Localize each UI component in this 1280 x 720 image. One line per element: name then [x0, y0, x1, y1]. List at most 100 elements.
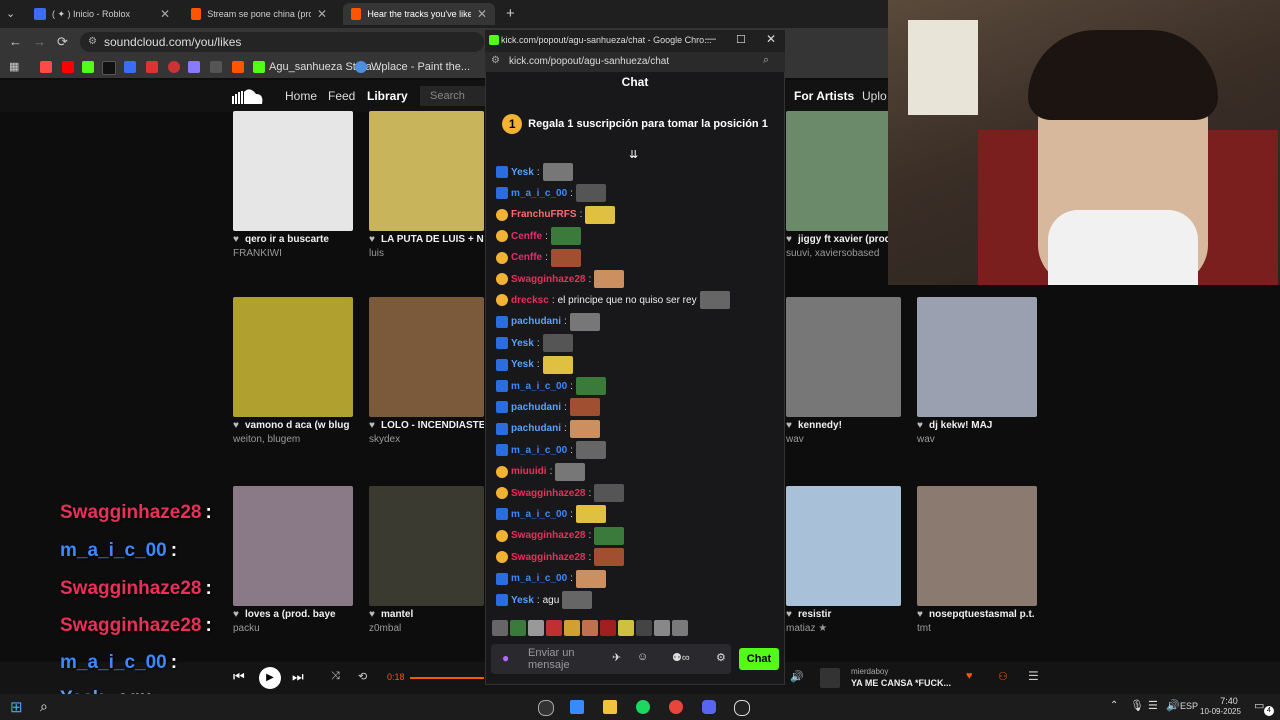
- language-indicator[interactable]: ESP: [1180, 701, 1198, 711]
- chat-message[interactable]: Swagginhaze28:: [496, 526, 625, 546]
- heart-icon[interactable]: ♥: [369, 609, 375, 620]
- track-artwork[interactable]: [369, 297, 484, 417]
- chat-username[interactable]: m_a_i_c_00: [511, 188, 567, 199]
- chat-username[interactable]: m_a_i_c_00: [511, 445, 567, 456]
- chat-message[interactable]: Yesk:: [496, 162, 573, 182]
- notification-icon[interactable]: ▭: [1254, 699, 1264, 712]
- forward-arrow-icon[interactable]: →: [33, 34, 46, 49]
- heart-icon[interactable]: ♥: [917, 420, 923, 431]
- microphone-icon[interactable]: ●: [502, 651, 509, 665]
- track-artist[interactable]: z0mbal: [369, 623, 484, 634]
- tab-close-icon[interactable]: ✕: [160, 7, 170, 21]
- apps-grid-icon[interactable]: ▦: [9, 60, 19, 73]
- zoom-icon[interactable]: ⌕: [763, 54, 769, 67]
- nav-for-artists[interactable]: For Artists: [794, 89, 854, 103]
- chat-username[interactable]: Swagginhaze28: [511, 488, 585, 499]
- track-artwork[interactable]: [369, 486, 484, 606]
- volume-icon[interactable]: 🔊: [1166, 699, 1180, 712]
- kick-icon[interactable]: [82, 61, 94, 73]
- shuffle-icon[interactable]: ⤨: [331, 670, 340, 683]
- chat-message[interactable]: m_a_i_c_00:: [496, 440, 606, 460]
- chrome-icon[interactable]: [669, 700, 683, 714]
- nav-library[interactable]: Library: [367, 89, 408, 103]
- browser-tab[interactable]: Hear the tracks you've liked: o ✕: [343, 3, 495, 25]
- heart-icon[interactable]: ♥: [233, 609, 239, 620]
- track-artwork[interactable]: [233, 297, 353, 417]
- bookmark-icon[interactable]: [188, 61, 200, 73]
- chat-username[interactable]: Swagginhaze28: [511, 552, 585, 563]
- chat-message[interactable]: drecksc: el principe que no quiso ser rey: [496, 290, 730, 310]
- chat-username[interactable]: Cenffe: [511, 231, 542, 242]
- discord-icon[interactable]: [702, 700, 716, 714]
- track-artist[interactable]: weiton, blugem: [233, 434, 353, 445]
- nav-feed[interactable]: Feed: [328, 89, 355, 103]
- media-player-icon[interactable]: [734, 700, 750, 716]
- progress-bar[interactable]: [410, 677, 484, 679]
- track-artwork[interactable]: [233, 111, 353, 231]
- settings-gear-icon[interactable]: ⚙: [716, 651, 726, 664]
- site-info-icon[interactable]: ⚙: [88, 32, 97, 52]
- youtube-icon[interactable]: [62, 61, 74, 73]
- track-artist[interactable]: wav: [786, 434, 901, 445]
- heart-icon[interactable]: ♥: [369, 420, 375, 431]
- search-input[interactable]: Search: [420, 86, 486, 106]
- track-title[interactable]: vamono d aca (w blug: [245, 420, 353, 431]
- track-artist[interactable]: wav: [917, 434, 1037, 445]
- chat-username[interactable]: m_a_i_c_00: [511, 573, 567, 584]
- track-artist[interactable]: FRANKIWI: [233, 248, 353, 259]
- chat-message[interactable]: Cenffe:: [496, 226, 581, 246]
- track-artist[interactable]: tmt: [917, 623, 1037, 634]
- player-title[interactable]: YA ME CANSA *FUCK...: [851, 678, 951, 688]
- track-artwork[interactable]: [369, 111, 484, 231]
- chat-message[interactable]: m_a_i_c_00:: [496, 504, 606, 524]
- minimize-icon[interactable]: —: [705, 33, 716, 45]
- chat-username[interactable]: drecksc: [511, 295, 549, 306]
- tab-close-icon[interactable]: ✕: [477, 7, 487, 21]
- chat-message[interactable]: m_a_i_c_00:: [496, 376, 606, 396]
- follow-user-icon[interactable]: ⚇: [998, 670, 1008, 683]
- track-artist[interactable]: suuvi, xaviersobased: [786, 248, 901, 259]
- track-title[interactable]: LA PUTA DE LUIS + N: [381, 234, 484, 245]
- chat-message[interactable]: Yesk:: [496, 333, 573, 353]
- track-artist[interactable]: luis: [369, 248, 484, 259]
- chat-message[interactable]: Cenffe:: [496, 248, 581, 268]
- bookmark-icon[interactable]: [124, 61, 136, 73]
- chat-username[interactable]: pachudani: [511, 423, 561, 434]
- track-title[interactable]: jiggy ft xavier (prod.: [798, 234, 901, 245]
- tab-close-icon[interactable]: ✕: [317, 7, 327, 21]
- track-title[interactable]: mantel: [381, 609, 484, 620]
- chat-message[interactable]: Yesk:: [496, 355, 573, 375]
- track-artwork[interactable]: [786, 486, 901, 606]
- player-artist[interactable]: mierdaboy: [851, 667, 888, 676]
- maximize-icon[interactable]: ☐: [736, 33, 746, 46]
- chat-message[interactable]: m_a_i_c_00:: [496, 183, 606, 203]
- track-title[interactable]: resistir: [798, 609, 901, 620]
- play-button[interactable]: ▶: [259, 667, 281, 689]
- recent-emote-icon[interactable]: [564, 620, 580, 636]
- track-artist[interactable]: matiaz ★: [786, 623, 901, 634]
- browser-tab[interactable]: ( ✦ ) Inicio - Roblox ✕: [26, 3, 178, 25]
- recent-emote-icon[interactable]: [636, 620, 652, 636]
- heart-icon[interactable]: ♥: [786, 420, 792, 431]
- recent-emote-icon[interactable]: [528, 620, 544, 636]
- heart-icon[interactable]: ♥: [917, 609, 923, 620]
- chat-username[interactable]: Yesk: [511, 359, 534, 370]
- track-title[interactable]: loves a (prod. baye: [245, 609, 353, 620]
- recent-emote-icon[interactable]: [510, 620, 526, 636]
- store-icon[interactable]: [570, 700, 584, 714]
- previous-track-icon[interactable]: ⏮: [233, 669, 245, 685]
- chat-username[interactable]: Cenffe: [511, 252, 542, 263]
- chat-message[interactable]: Yesk: agu: [496, 590, 593, 610]
- clock-date[interactable]: 10-09-2025: [1200, 707, 1241, 716]
- chat-message[interactable]: Swagginhaze28:: [496, 269, 625, 289]
- heart-icon[interactable]: ♥: [233, 420, 239, 431]
- chat-username[interactable]: m_a_i_c_00: [511, 509, 567, 520]
- chat-username[interactable]: m_a_i_c_00: [511, 381, 567, 392]
- recent-emote-icon[interactable]: [654, 620, 670, 636]
- track-title[interactable]: kennedy!: [798, 420, 901, 431]
- track-title[interactable]: qero ir a buscarte: [245, 234, 353, 245]
- recent-emote-icon[interactable]: [546, 620, 562, 636]
- windows-start-icon[interactable]: ⊞: [10, 698, 23, 716]
- spotify-icon[interactable]: [636, 700, 650, 714]
- bookmark-icon[interactable]: [210, 61, 222, 73]
